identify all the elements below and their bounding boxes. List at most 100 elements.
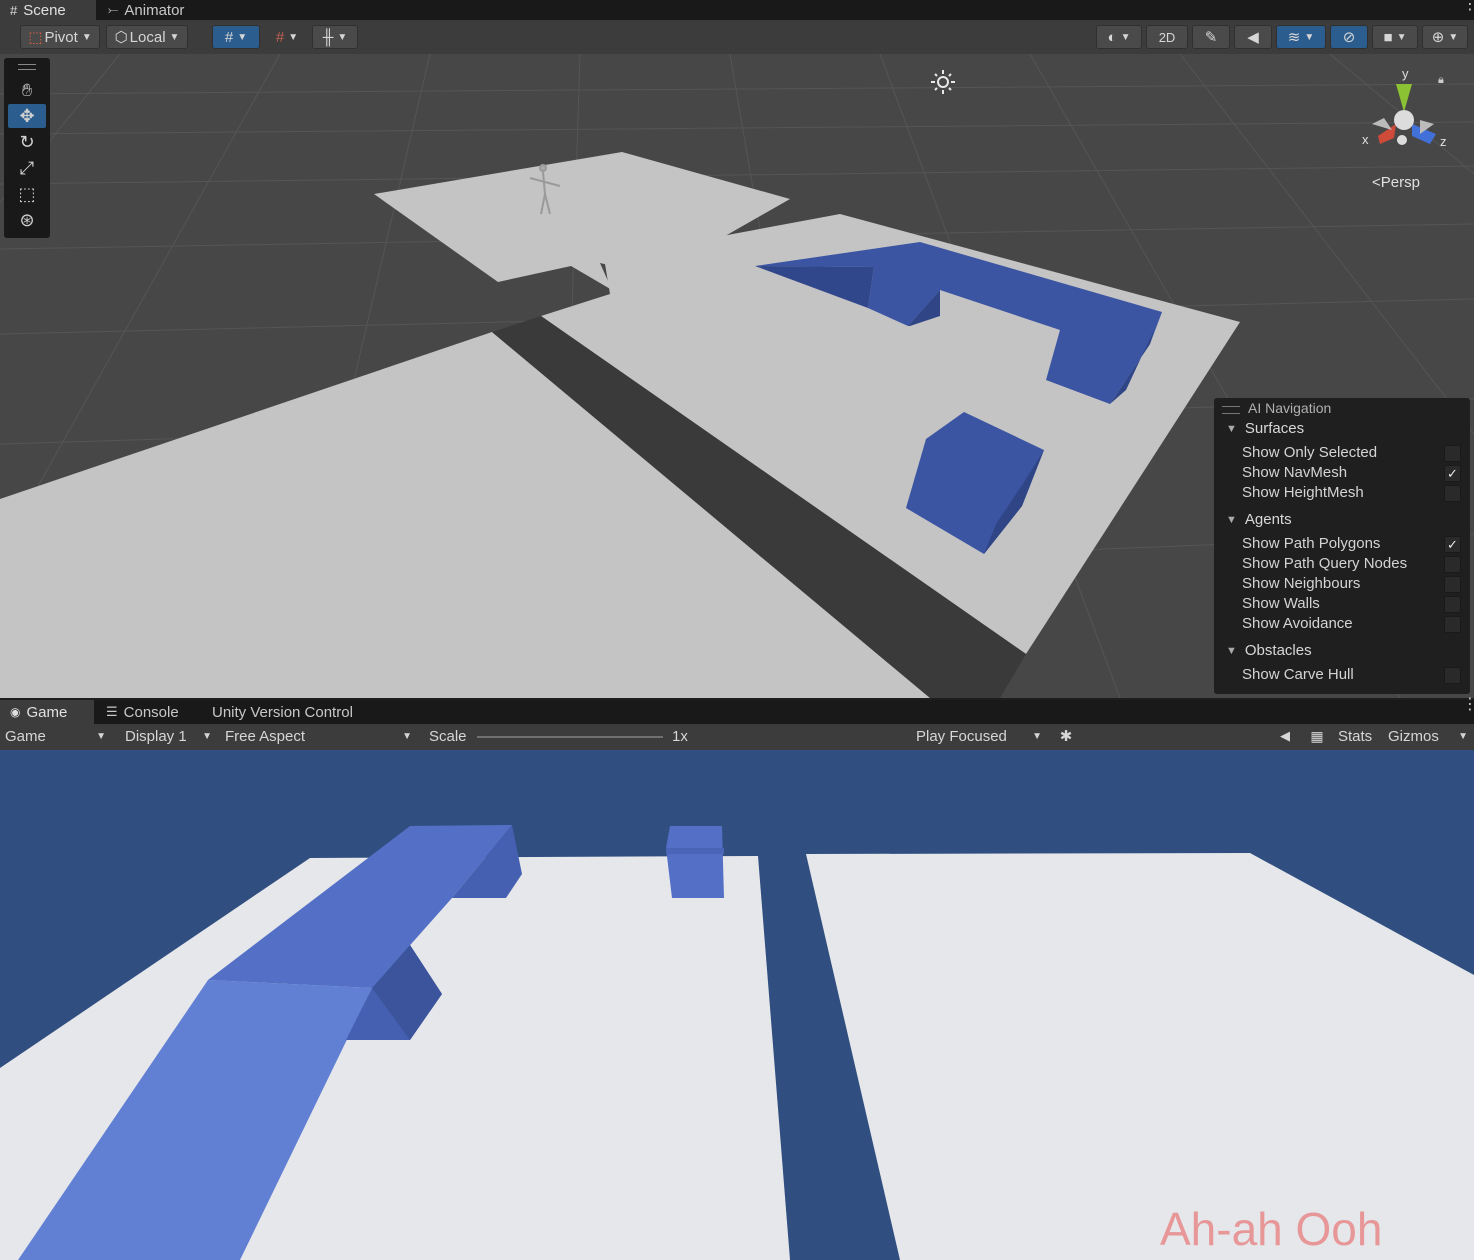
transform-tool[interactable]: ⊛ xyxy=(8,208,46,232)
rotate-tool[interactable]: ↻ xyxy=(8,130,46,154)
persp-toggle[interactable]: <Persp xyxy=(1372,174,1420,191)
shortcuts-button[interactable]: ▦ xyxy=(1304,724,1330,748)
mute-audio-button[interactable]: ◀ xyxy=(1272,724,1298,748)
layers-icon: ≋ xyxy=(1287,29,1301,46)
camera-icon: ■ xyxy=(1383,28,1393,46)
local-dropdown[interactable]: ⬡ Local ▼ xyxy=(106,25,188,49)
aspect-select-label: Free Aspect xyxy=(225,727,306,745)
lock-icon[interactable]: 🔒︎ xyxy=(1438,74,1444,87)
cube-icon: ⬡ xyxy=(114,29,128,46)
show-carve-hull-checkbox[interactable] xyxy=(1444,667,1461,684)
play-mode-label: Play Focused xyxy=(916,727,1007,745)
panel-grip-icon[interactable] xyxy=(18,64,36,70)
ruler-icon: ╫ xyxy=(322,28,334,46)
checkmark-icon: ✓ xyxy=(1447,466,1458,481)
tab-uvc-label: Unity Version Control xyxy=(212,703,353,721)
scene-visibility-toggle[interactable]: ⊘ xyxy=(1330,25,1368,49)
tab-animator[interactable]: ⤚ Animator xyxy=(98,0,194,20)
console-icon: ☰ xyxy=(106,704,118,719)
show-path-polygons-checkbox[interactable]: ✓ xyxy=(1444,536,1461,553)
game-view-select[interactable]: Game ▼ xyxy=(0,724,112,748)
scale-slider[interactable] xyxy=(477,736,663,738)
watermark-text: Ah-ah Ooh xyxy=(1160,1203,1383,1255)
frame-debugger-button[interactable]: ✱ xyxy=(1052,724,1080,748)
camera-dropdown[interactable]: ■ ▼ xyxy=(1372,25,1418,49)
gizmos-dropdown[interactable]: ⊕ ▼ xyxy=(1422,25,1468,49)
speaker-icon: ◀ xyxy=(1280,728,1290,743)
gamepad-icon: ◉ xyxy=(10,705,21,719)
triangle-down-icon: ▼ xyxy=(1226,644,1237,657)
section-surfaces[interactable]: ▼ Surfaces xyxy=(1226,420,1304,437)
grid-snap-icon: # xyxy=(224,28,234,46)
grid-visibility-toggle[interactable]: ╫ ▼ xyxy=(312,25,358,49)
game-viewport[interactable]: Ah-ah Ooh xyxy=(0,750,1474,1260)
hand-icon: ✋︎ xyxy=(21,79,33,100)
tab-console[interactable]: ☰ Console xyxy=(96,700,189,724)
game-small-cube xyxy=(666,826,724,898)
2d-toggle[interactable]: 2D xyxy=(1146,25,1188,49)
move-tool[interactable]: ✥ xyxy=(8,104,46,128)
chevron-down-icon: ▼ xyxy=(1304,31,1315,43)
tab-scene[interactable]: # Scene xyxy=(0,0,96,20)
show-path-query-nodes-checkbox[interactable] xyxy=(1444,556,1461,573)
lighting-toggle[interactable]: ✎ xyxy=(1192,25,1230,49)
option-label: Show Path Polygons xyxy=(1242,535,1381,552)
local-label: Local xyxy=(129,28,166,46)
display-select[interactable]: Display 1 ▼ xyxy=(118,724,218,748)
show-navmesh-checkbox[interactable]: ✓ xyxy=(1444,465,1461,482)
option-label: Show Avoidance xyxy=(1242,615,1353,632)
rect-transform-icon: ⬚ xyxy=(18,183,36,204)
rect-tool[interactable]: ⬚ xyxy=(8,182,46,206)
move-arrows-icon: ✥ xyxy=(19,105,35,126)
axis-gizmo xyxy=(1372,84,1436,145)
increment-snap-toggle[interactable]: # ▼ xyxy=(264,25,310,49)
option-label: Show Path Query Nodes xyxy=(1242,555,1408,572)
chevron-down-icon: ▼ xyxy=(202,730,212,742)
tab-unity-version-control[interactable]: Unity Version Control xyxy=(202,700,363,724)
triangle-down-icon: ▼ xyxy=(1226,422,1237,435)
display-select-label: Display 1 xyxy=(125,727,187,745)
effects-dropdown[interactable]: ≋ ▼ xyxy=(1276,25,1326,49)
axis-x-label: x xyxy=(1362,132,1369,147)
chevron-down-icon: ▼ xyxy=(1120,31,1131,43)
tab-scene-label: Scene xyxy=(23,1,66,19)
tab-game[interactable]: ◉ Game xyxy=(0,700,94,724)
hand-tool[interactable]: ✋︎ xyxy=(8,78,46,102)
section-label: Surfaces xyxy=(1244,420,1305,437)
tab-game-label: Game xyxy=(26,703,68,721)
gizmo-globe-icon: ⊕ xyxy=(1431,29,1445,46)
scene-toolbar: ⬚ Pivot ▼ ⬡ Local ▼ # ▼ # ▼ ╫ ▼ ◐ ▼ 2D ✎ ◀ ≋… xyxy=(0,20,1474,54)
game-menu-kebab-icon[interactable]: ⋮ xyxy=(1462,697,1474,713)
play-mode-select[interactable]: Play Focused ▼ xyxy=(910,724,1048,748)
game-small-cube-edge xyxy=(666,848,724,854)
show-walls-checkbox[interactable] xyxy=(1444,596,1461,613)
stats-button[interactable]: Stats xyxy=(1338,724,1380,748)
pivot-dropdown[interactable]: ⬚ Pivot ▼ xyxy=(20,25,100,49)
show-neighbours-checkbox[interactable] xyxy=(1444,576,1461,593)
show-heightmesh-checkbox[interactable] xyxy=(1444,485,1461,502)
tab-animator-label: Animator xyxy=(124,1,185,19)
show-only-selected-checkbox[interactable] xyxy=(1444,445,1461,462)
gizmos-button[interactable]: Gizmos ▼ xyxy=(1388,724,1474,748)
section-agents[interactable]: ▼ Agents xyxy=(1226,511,1292,528)
grid-snap-toggle[interactable]: # ▼ xyxy=(212,25,260,49)
scene-menu-kebab-icon[interactable]: ⋮ xyxy=(1462,0,1474,13)
section-obstacles[interactable]: ▼ Obstacles xyxy=(1226,642,1312,659)
overlay-grip-icon[interactable] xyxy=(1222,406,1240,414)
scale-tool[interactable]: ⤢ xyxy=(8,156,46,180)
option-label: Show HeightMesh xyxy=(1242,484,1364,501)
audio-toggle[interactable]: ◀ xyxy=(1234,25,1272,49)
bug-icon: ✱ xyxy=(1059,728,1073,745)
chevron-down-icon: ▼ xyxy=(169,31,180,43)
game-render xyxy=(0,825,1474,1260)
show-avoidance-checkbox[interactable] xyxy=(1444,616,1461,633)
tab-console-label: Console xyxy=(123,703,179,721)
2d-label: 2D xyxy=(1158,29,1176,45)
game-tab-bar: ◉ Game ☰ Console Unity Version Control ⋮ xyxy=(0,697,1474,724)
draw-mode-dropdown[interactable]: ◐ ▼ xyxy=(1096,25,1142,49)
chevron-left-icon: < xyxy=(1372,174,1381,191)
option-label: Show Walls xyxy=(1242,595,1320,612)
axis-z-label: z xyxy=(1440,134,1447,149)
option-label: Show Carve Hull xyxy=(1242,666,1354,683)
aspect-select[interactable]: Free Aspect ▼ xyxy=(218,724,418,748)
